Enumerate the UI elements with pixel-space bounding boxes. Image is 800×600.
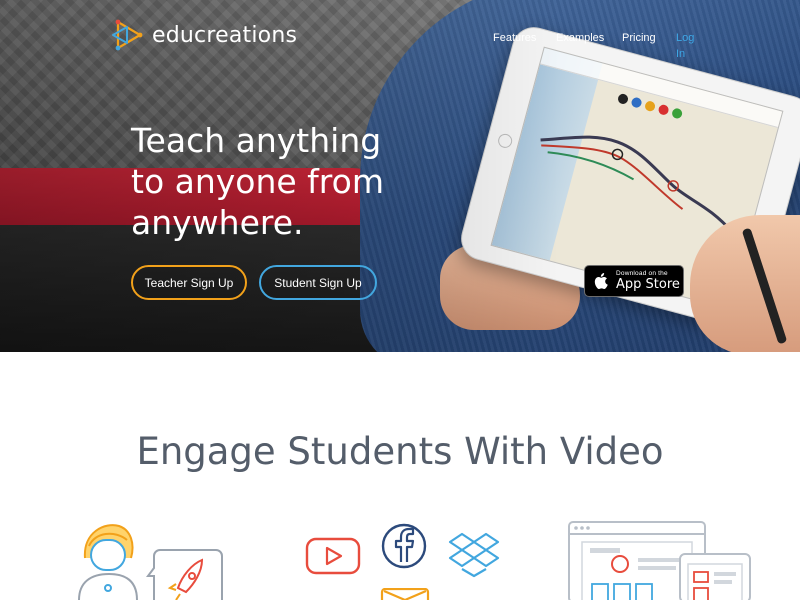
hero-headline: Teach anything to anyone from anywhere. (131, 120, 431, 243)
nav-examples[interactable]: Examples (556, 30, 604, 46)
nav-login[interactable]: Log In (676, 30, 694, 62)
educreations-logo-icon (112, 19, 143, 51)
app-store-badge[interactable]: Download on the App Store (584, 265, 684, 297)
hero-headline-line-3: anywhere. (131, 203, 304, 242)
brand-name: educreations (152, 22, 298, 48)
hero-headline-line-2: to anyone from (131, 162, 384, 201)
section-title: Engage Students With Video (136, 430, 664, 473)
email-icon (380, 588, 430, 600)
facebook-icon (381, 523, 427, 569)
youtube-icon (305, 537, 361, 575)
student-signup-button[interactable]: Student Sign Up (259, 265, 377, 300)
teacher-avatar-icon (78, 524, 138, 600)
nav-pricing[interactable]: Pricing (622, 30, 656, 46)
browser-window-icon (568, 521, 751, 600)
hero-headline-line-1: Teach anything (131, 121, 382, 160)
teacher-signup-button[interactable]: Teacher Sign Up (131, 265, 247, 300)
rocket-bubble-icon (146, 549, 223, 600)
brand-logo[interactable]: educreations (110, 18, 297, 52)
nav-features[interactable]: Features (493, 30, 536, 46)
dropbox-icon (448, 532, 500, 578)
apple-icon (594, 273, 608, 289)
app-store-big-text: App Store (616, 277, 680, 293)
